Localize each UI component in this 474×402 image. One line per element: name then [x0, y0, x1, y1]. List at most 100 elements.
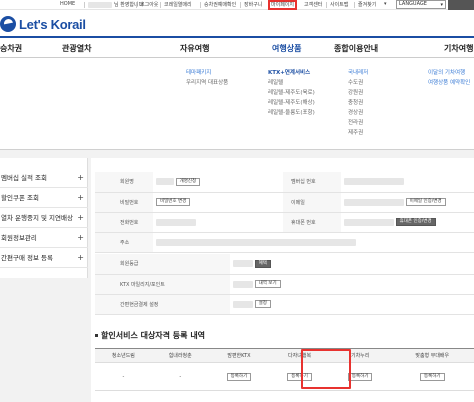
menu-link[interactable]: 전라권 — [348, 118, 368, 128]
menu-link[interactable]: 제주권 — [348, 128, 368, 138]
mega-col-leisure: 국내레저 수도권 강원권 충청권 경상권 전라권 제주권 — [348, 68, 368, 138]
member-info-table: 회원명 개명신청 멤버십 번호 비밀번호 비밀번호 변경 이메일 이메일 인증/… — [95, 172, 474, 253]
nav-travel-products[interactable]: 여행상품 — [272, 43, 301, 54]
menu-link[interactable]: 수도권 — [348, 78, 368, 88]
ticket-check-link[interactable]: 승차권예매확인 — [204, 1, 236, 8]
menu-link[interactable]: 여행상품 예약확인 — [428, 78, 470, 88]
home-link[interactable]: HOME — [60, 1, 75, 7]
table-row: 회원등급 혜택 — [95, 254, 474, 275]
nav-tour-train[interactable]: 관광열차 — [62, 43, 91, 54]
column-header: 힘내라청춘 — [151, 348, 209, 363]
main-navigation: 승차권 관광열차 자유여행 여행상품 종합이용안내 기차여행 — [0, 36, 474, 58]
masked-value — [156, 178, 174, 186]
divider — [160, 2, 161, 8]
masked-value — [233, 300, 253, 308]
row-label: 휴대폰 번호 — [283, 212, 341, 233]
row-label: 전화번호 — [95, 212, 153, 233]
divider — [240, 2, 241, 8]
mypage-link[interactable]: 마이페이지 — [268, 0, 298, 10]
menu-link[interactable]: 강원권 — [348, 88, 368, 98]
masked-value — [156, 218, 196, 226]
table-row: 비밀번호 비밀번호 변경 이메일 이메일 인증/변경 — [95, 192, 474, 213]
menu-link[interactable]: 레일텔-제주도(해상) — [268, 98, 315, 108]
phone-verify-button[interactable]: 휴대폰 인증/변경 — [395, 218, 436, 226]
row-label: 회원등급 — [95, 254, 230, 275]
table-row: KTX 마일리지/포인트 내역 보기 — [95, 274, 474, 295]
nav-guide[interactable]: 종합이용안내 — [334, 43, 378, 54]
table-row: - - 등록하기 등록하기 등록하기 등록하기 — [95, 362, 474, 391]
menu-link[interactable]: 이달의 기차여행 — [428, 68, 470, 78]
language-label: LANGUAGE — [399, 1, 427, 7]
mega-col-monthly: 이달의 기차여행 여행상품 예약확인 — [428, 68, 470, 88]
nav-free-travel[interactable]: 자유여행 — [180, 43, 209, 54]
logout-link[interactable]: 로그아웃 — [140, 1, 158, 8]
change-password-button[interactable]: 비밀번호 변경 — [156, 198, 191, 206]
discount-registration-table: 청소년드림 힘내라청춘 맘편한KTX 다자녀행복 기차누리 맞춤형 무대배우 -… — [95, 348, 474, 391]
cell-value: - — [95, 362, 152, 391]
reservation-link[interactable]: 코레일열매리 — [164, 1, 192, 8]
menu-link[interactable]: 레일텔 — [268, 78, 315, 88]
left-menu-label: 멤버십 실적 조회 — [1, 174, 47, 182]
menu-link[interactable]: 테마패키지 — [186, 68, 228, 78]
cart-link[interactable]: 장바구니 — [244, 1, 262, 8]
left-menu-item[interactable]: 간편구매 정보 등록 + — [0, 248, 88, 268]
bullet-icon — [95, 334, 98, 337]
korail-logo-icon — [0, 16, 16, 32]
table-row: 간편현금결제 설정 설정 — [95, 294, 474, 315]
register-button-custom[interactable]: 등록하기 — [419, 372, 445, 381]
left-menu-item[interactable]: 회원정보관리 + — [0, 228, 88, 248]
divider — [354, 2, 355, 8]
favorites-link[interactable]: 즐겨찾기 — [358, 1, 376, 8]
language-select[interactable]: LANGUAGE ▾ — [396, 0, 446, 9]
left-menu-item[interactable]: 할인쿠폰 조회 + — [0, 188, 88, 208]
chevron-down-icon: ▾ — [384, 1, 387, 7]
divider — [326, 2, 327, 8]
sitemap-link[interactable]: 사이트맵 — [330, 1, 348, 8]
mileage-detail-button[interactable]: 내역 보기 — [254, 280, 281, 288]
section-title: 할인서비스 대상자격 등록 내역 — [95, 330, 205, 341]
email-verify-button[interactable]: 이메일 인증/변경 — [405, 198, 446, 206]
menu-link[interactable]: 충청권 — [348, 98, 368, 108]
nav-train-travel[interactable]: 기차여행 — [444, 43, 473, 54]
nav-ticket[interactable]: 승차권 — [0, 43, 22, 54]
logo-text: Let's Korail — [19, 16, 86, 32]
register-button-gicha-nuri[interactable]: 등록하기 — [347, 372, 373, 381]
row-label: 이메일 — [283, 192, 341, 213]
divider — [200, 2, 201, 8]
grade-benefit-button[interactable]: 혜택 — [254, 259, 271, 268]
mega-col-ktx: KTX+연계서비스 레일텔 레일텔-제주도(육로) 레일텔-제주도(해상) 레일… — [268, 68, 315, 118]
plus-icon: + — [77, 233, 84, 242]
search-button[interactable] — [448, 0, 474, 10]
masked-value — [156, 238, 356, 246]
menu-link[interactable]: 국내레저 — [348, 68, 368, 78]
menu-link[interactable]: 우리지역 대표상품 — [186, 78, 228, 88]
menu-link[interactable]: 레일텔-제주도(육로) — [268, 88, 315, 98]
chevron-down-icon: ▾ — [440, 2, 443, 8]
customer-center-link[interactable]: 고객센터 — [304, 1, 322, 8]
menu-link[interactable]: 경상권 — [348, 108, 368, 118]
menu-link[interactable]: 레일텔-울릉도(포항) — [268, 108, 315, 118]
row-label: 주소 — [95, 232, 153, 253]
row-label: 회원명 — [95, 172, 153, 193]
plus-icon: + — [77, 253, 84, 262]
korail-logo[interactable]: Let's Korail — [0, 15, 86, 33]
register-button-mom-ktx[interactable]: 등록하기 — [226, 372, 252, 381]
change-name-button[interactable]: 개명신청 — [175, 177, 201, 186]
plus-icon: + — [77, 213, 84, 222]
column-header: 청소년드림 — [95, 348, 152, 363]
masked-value — [344, 198, 404, 206]
table-row: 회원명 개명신청 멤버십 번호 — [95, 172, 474, 193]
section-title-text: 할인서비스 대상자격 등록 내역 — [101, 331, 206, 340]
left-menu-item[interactable]: 멤버십 실적 조회 + — [0, 168, 88, 188]
plus-icon: + — [77, 193, 84, 202]
menu-link[interactable]: KTX+연계서비스 — [268, 68, 315, 78]
masked-value — [233, 280, 253, 288]
username — [88, 2, 112, 8]
grade-table: 회원등급 혜택 KTX 마일리지/포인트 내역 보기 간편현금결제 설정 설정 — [95, 254, 474, 315]
left-menu-item[interactable]: 열차 운행중지 및 지연배상 + — [0, 208, 88, 228]
mega-menu: 테마패키지 우리지역 대표상품 KTX+연계서비스 레일텔 레일텔-제주도(육로… — [0, 58, 474, 150]
easypay-setting-button[interactable]: 설정 — [254, 300, 271, 308]
highlight-box — [301, 349, 351, 389]
left-menu-label: 간편구매 정보 등록 — [1, 254, 53, 262]
column-header: 맞춤형 무대배우 — [390, 348, 474, 363]
